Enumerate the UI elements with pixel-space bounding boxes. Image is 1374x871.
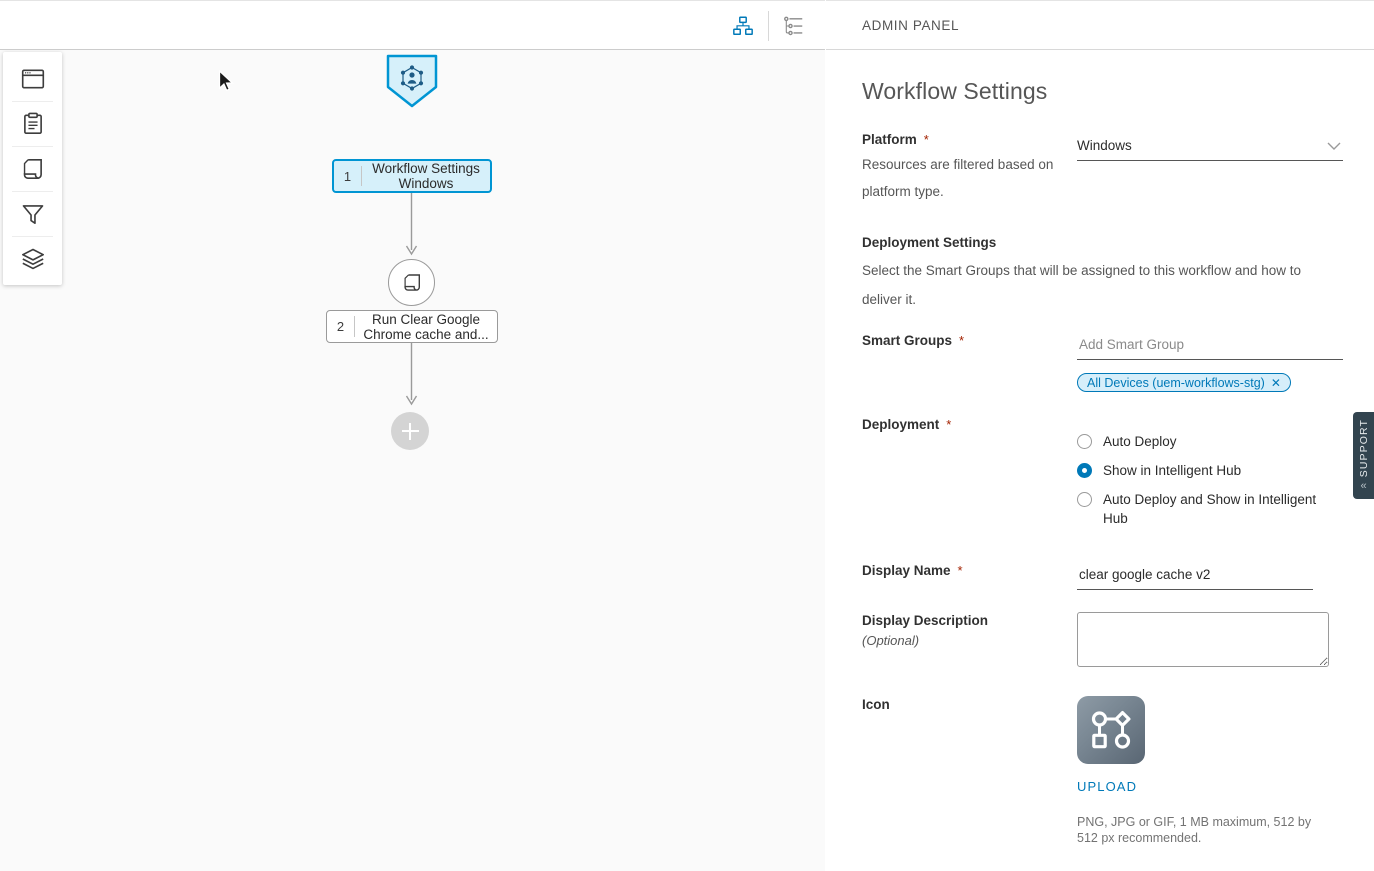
display-description-label: Display Description [862, 613, 989, 628]
workflow-graph: 1 Workflow Settings Windows 2 Run Clear … [0, 50, 825, 871]
script-node-icon[interactable] [388, 259, 435, 306]
deployment-row: Deployment * Auto Deploy Show in Intellig… [862, 416, 1338, 538]
workflow-node-1[interactable]: 1 Workflow Settings Windows [332, 159, 492, 193]
node-index: 2 [336, 319, 345, 334]
node-index: 1 [343, 168, 352, 184]
platform-selected-value: Windows [1077, 138, 1132, 153]
platform-control-col: Windows [1077, 131, 1343, 205]
smart-groups-required: * [959, 333, 965, 348]
toolbar-divider [768, 10, 769, 41]
platform-label-col: Platform * Resources are filtered based o… [862, 131, 1077, 205]
display-description-control-col [1077, 612, 1338, 672]
deployment-label: Deployment [862, 417, 940, 432]
chevron-down-icon [1327, 138, 1341, 156]
node-subtitle: Chrome cache and... [363, 326, 489, 342]
display-description-textarea[interactable] [1077, 612, 1329, 667]
add-node-button[interactable] [391, 412, 429, 450]
display-name-control-col [1077, 562, 1338, 590]
display-name-required: * [957, 563, 963, 578]
icon-control-col: UPLOAD PNG, JPG or GIF, 1 MB maximum, 51… [1077, 696, 1338, 846]
smart-group-input[interactable] [1077, 332, 1343, 360]
display-name-input[interactable] [1077, 562, 1313, 590]
workflow-canvas[interactable]: 1 Workflow Settings Windows 2 Run Clear … [0, 50, 825, 871]
smart-groups-label: Smart Groups [862, 333, 953, 348]
chip-label: All Devices (uem-workflows-stg) [1087, 375, 1265, 390]
workflow-graph-icon [1077, 696, 1145, 764]
app-root: 1 Workflow Settings Windows 2 Run Clear … [0, 0, 1374, 871]
display-name-label: Display Name [862, 563, 951, 578]
radio-indicator [1077, 434, 1092, 449]
icon-row: Icon UPLOAD PNG, JPG or GIF, 1 MB maximu… [862, 696, 1338, 846]
canvas-toolbar [0, 0, 825, 50]
icon-label-col: Icon [862, 696, 1077, 846]
list-view-icon[interactable] [775, 7, 813, 45]
display-description-optional: (Optional) [862, 633, 920, 648]
radio-label: Show in Intelligent Hub [1103, 463, 1242, 478]
radio-indicator [1077, 492, 1092, 507]
upload-button[interactable]: UPLOAD [1077, 779, 1137, 794]
smart-groups-control-col: All Devices (uem-workflows-stg) ✕ [1077, 332, 1343, 392]
workflow-settings-badge-icon[interactable] [386, 54, 438, 109]
node-label-text: Workflow Settings Windows [362, 161, 490, 191]
platform-required: * [923, 132, 929, 147]
upload-hint: PNG, JPG or GIF, 1 MB maximum, 512 by 51… [1077, 815, 1312, 845]
mouse-cursor [218, 70, 234, 92]
radio-auto-deploy-and-show[interactable]: Auto Deploy and Show in Intelligent Hub [1077, 490, 1338, 528]
node-title: Workflow Settings [372, 161, 480, 176]
deployment-control-col: Auto Deploy Show in Intelligent Hub Auto… [1077, 416, 1338, 538]
admin-panel-title: ADMIN PANEL [862, 17, 960, 33]
hierarchy-view-icon[interactable] [724, 7, 762, 45]
node-title: Run Clear Google [371, 311, 481, 327]
platform-row: Platform * Resources are filtered based o… [862, 131, 1343, 205]
radio-indicator [1077, 463, 1092, 478]
display-description-label-col: Display Description (Optional) [862, 612, 1077, 672]
smart-group-chip-list: All Devices (uem-workflows-stg) ✕ [1077, 360, 1343, 392]
page-title: Workflow Settings [862, 78, 1048, 104]
display-description-row: Display Description (Optional) [862, 612, 1338, 672]
canvas-toolbar-actions [724, 1, 813, 50]
support-tab[interactable]: SUPPORT « [1353, 412, 1374, 499]
radio-show-in-intelligent-hub[interactable]: Show in Intelligent Hub [1077, 461, 1338, 480]
display-name-label-col: Display Name * [862, 562, 1077, 590]
admin-panel: ADMIN PANEL Workflow Settings Platform * … [826, 0, 1374, 871]
chip-remove-icon[interactable]: ✕ [1271, 377, 1281, 389]
workflow-canvas-side: 1 Workflow Settings Windows 2 Run Clear … [0, 0, 825, 871]
radio-label: Auto Deploy and Show in Intelligent Hub [1103, 492, 1317, 526]
admin-panel-body: Workflow Settings Platform * Resources ar… [826, 50, 1374, 871]
connector-2-add [405, 342, 418, 406]
platform-label: Platform [862, 132, 917, 147]
radio-auto-deploy[interactable]: Auto Deploy [1077, 432, 1338, 451]
node-subtitle: Windows [398, 176, 454, 191]
workflow-node-2[interactable]: 2 Run Clear Google Chrome cache and... [326, 310, 498, 343]
double-chevron-left-icon: « [1360, 480, 1367, 493]
support-label: SUPPORT [1357, 418, 1370, 478]
admin-panel-header: ADMIN PANEL [826, 1, 1374, 50]
deployment-settings-heading: Deployment Settings [862, 235, 997, 250]
smart-groups-label-col: Smart Groups * [862, 332, 1077, 392]
node-label-text: Run Clear Google Chrome cache and... [355, 312, 497, 342]
deployment-label-col: Deployment * [862, 416, 1077, 538]
deployment-required: * [946, 417, 952, 432]
radio-label: Auto Deploy [1103, 434, 1177, 449]
smart-groups-row: Smart Groups * All Devices (uem-workflows… [862, 332, 1343, 392]
deployment-settings-description: Select the Smart Groups that will be ass… [862, 263, 1301, 307]
display-name-row: Display Name * [862, 562, 1338, 590]
platform-select[interactable]: Windows [1077, 131, 1343, 161]
icon-label: Icon [862, 697, 890, 712]
platform-help: Resources are filtered based on platform… [862, 157, 1054, 199]
smart-group-chip: All Devices (uem-workflows-stg) ✕ [1077, 373, 1291, 392]
connector-1-2 [405, 192, 418, 256]
